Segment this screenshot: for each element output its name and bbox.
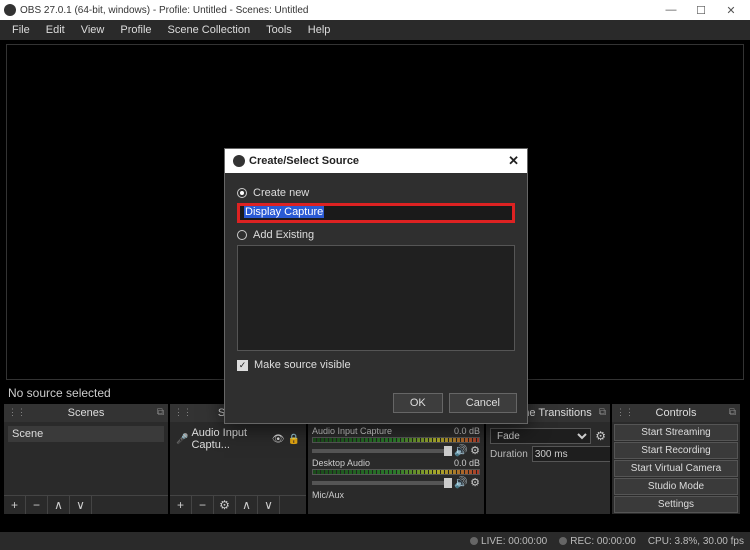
menu-scene-collection[interactable]: Scene Collection bbox=[160, 24, 259, 36]
source-name-input[interactable]: Display Capture bbox=[237, 203, 515, 223]
settings-button[interactable]: Settings bbox=[614, 496, 738, 513]
transition-select[interactable]: Fade bbox=[490, 428, 591, 444]
cpu-status: CPU: 3.8%, 30.00 fps bbox=[648, 536, 744, 547]
controls-panel: ⋮⋮ Controls ⧉ Start Streaming Start Record… bbox=[612, 404, 740, 514]
cancel-button[interactable]: Cancel bbox=[449, 393, 517, 413]
start-recording-button[interactable]: Start Recording bbox=[614, 442, 738, 459]
scene-down-button[interactable]: ∨ bbox=[70, 496, 92, 514]
mic-icon: 🎤 bbox=[176, 434, 188, 445]
maximize-button[interactable]: ☐ bbox=[686, 4, 716, 17]
mixer-track: Desktop Audio 0.0 dB 🔊⚙ bbox=[312, 458, 480, 489]
popout-icon[interactable]: ⧉ bbox=[157, 407, 164, 418]
duration-input[interactable] bbox=[532, 446, 610, 462]
audio-meter bbox=[312, 469, 480, 475]
drag-handle-icon[interactable]: ⋮⋮ bbox=[8, 407, 26, 418]
track-db: 0.0 dB bbox=[454, 458, 480, 468]
speaker-icon[interactable]: 🔊 bbox=[454, 476, 468, 489]
make-visible-label: Make source visible bbox=[254, 359, 351, 371]
create-new-label: Create new bbox=[253, 187, 309, 199]
source-item[interactable]: 🎤 Audio Input Captu... 👁 🔒 bbox=[174, 426, 302, 452]
controls-title: Controls bbox=[656, 407, 697, 419]
existing-sources-list[interactable] bbox=[237, 245, 515, 351]
window-title: OBS 27.0.1 (64-bit, windows) - Profile: … bbox=[20, 5, 308, 16]
menu-tools[interactable]: Tools bbox=[258, 24, 300, 36]
create-source-dialog: Create/Select Source ✕ Create new Displa… bbox=[224, 148, 528, 424]
mixer-track: Audio Input Capture 0.0 dB 🔊⚙ bbox=[312, 426, 480, 457]
status-bar: LIVE: 00:00:00 REC: 00:00:00 CPU: 3.8%, … bbox=[0, 532, 750, 550]
menu-edit[interactable]: Edit bbox=[38, 24, 73, 36]
add-scene-button[interactable]: + bbox=[4, 496, 26, 514]
menu-view[interactable]: View bbox=[73, 24, 113, 36]
volume-slider[interactable] bbox=[312, 481, 452, 485]
gear-icon[interactable]: ⚙ bbox=[595, 429, 606, 443]
source-down-button[interactable]: ∨ bbox=[258, 496, 280, 514]
start-streaming-button[interactable]: Start Streaming bbox=[614, 424, 738, 441]
drag-handle-icon[interactable]: ⋮⋮ bbox=[616, 407, 634, 418]
make-visible-checkbox[interactable]: ✓ bbox=[237, 360, 248, 371]
remove-source-button[interactable]: − bbox=[192, 496, 214, 514]
create-new-radio[interactable] bbox=[237, 188, 247, 198]
source-up-button[interactable]: ∧ bbox=[236, 496, 258, 514]
live-status: LIVE: 00:00:00 bbox=[481, 536, 547, 547]
obs-logo-icon bbox=[4, 4, 16, 16]
remove-scene-button[interactable]: − bbox=[26, 496, 48, 514]
track-db: 0.0 dB bbox=[454, 426, 480, 436]
rec-status: REC: 00:00:00 bbox=[570, 536, 636, 547]
live-indicator-icon bbox=[470, 537, 478, 545]
add-existing-radio[interactable] bbox=[237, 230, 247, 240]
scene-item[interactable]: Scene bbox=[8, 426, 164, 442]
source-item-label: Audio Input Captu... bbox=[191, 427, 268, 451]
track-name: Desktop Audio bbox=[312, 458, 370, 468]
dialog-title: Create/Select Source bbox=[249, 155, 359, 167]
scenes-title: Scenes bbox=[68, 407, 105, 419]
source-settings-button[interactable]: ⚙ bbox=[214, 496, 236, 514]
add-existing-label: Add Existing bbox=[253, 229, 314, 241]
close-window-button[interactable]: ✕ bbox=[716, 4, 746, 17]
popout-icon[interactable]: ⧉ bbox=[729, 407, 736, 418]
volume-slider[interactable] bbox=[312, 449, 452, 453]
menubar: File Edit View Profile Scene Collection … bbox=[0, 20, 750, 40]
start-virtual-camera-button[interactable]: Start Virtual Camera bbox=[614, 460, 738, 477]
lock-icon[interactable]: 🔒 bbox=[288, 434, 300, 445]
ok-button[interactable]: OK bbox=[393, 393, 443, 413]
obs-logo-icon bbox=[233, 155, 245, 167]
popout-icon[interactable]: ⧉ bbox=[599, 407, 606, 418]
gear-icon[interactable]: ⚙ bbox=[470, 444, 480, 457]
gear-icon[interactable]: ⚙ bbox=[470, 476, 480, 489]
menu-help[interactable]: Help bbox=[300, 24, 339, 36]
duration-label: Duration bbox=[490, 449, 528, 460]
scenes-panel: ⋮⋮ Scenes ⧉ Scene + − ∧ ∨ bbox=[4, 404, 168, 514]
studio-mode-button[interactable]: Studio Mode bbox=[614, 478, 738, 495]
scene-up-button[interactable]: ∧ bbox=[48, 496, 70, 514]
window-titlebar: OBS 27.0.1 (64-bit, windows) - Profile: … bbox=[0, 0, 750, 20]
menu-profile[interactable]: Profile bbox=[112, 24, 159, 36]
close-icon[interactable]: ✕ bbox=[508, 153, 519, 169]
add-source-button[interactable]: + bbox=[170, 496, 192, 514]
minimize-button[interactable]: — bbox=[656, 4, 686, 16]
track-name: Mic/Aux bbox=[312, 490, 344, 500]
mixer-track: Mic/Aux bbox=[312, 490, 480, 500]
track-name: Audio Input Capture bbox=[312, 426, 392, 436]
eye-icon[interactable]: 👁 bbox=[272, 434, 285, 445]
rec-indicator-icon bbox=[559, 537, 567, 545]
drag-handle-icon[interactable]: ⋮⋮ bbox=[174, 407, 192, 418]
menu-file[interactable]: File bbox=[4, 24, 38, 36]
speaker-icon[interactable]: 🔊 bbox=[454, 444, 468, 457]
audio-meter bbox=[312, 437, 480, 443]
